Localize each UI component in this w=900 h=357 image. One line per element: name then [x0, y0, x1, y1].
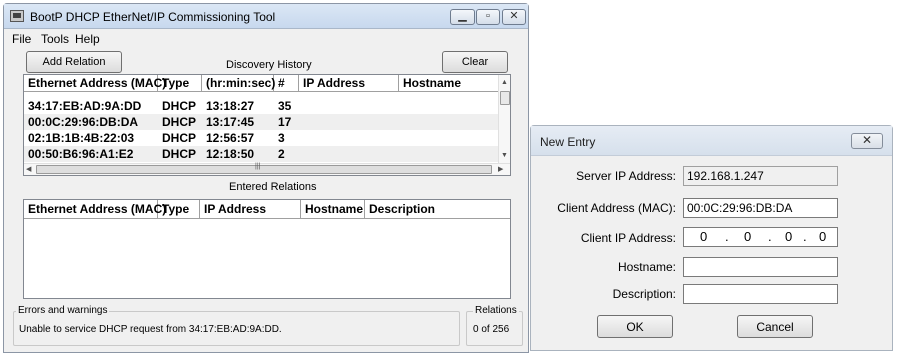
close-icon: ✕ — [509, 10, 519, 22]
col-ip[interactable]: IP Address — [200, 200, 301, 219]
row-count: 17 — [278, 115, 292, 129]
table-row[interactable]: 34:17:EB:AD:9A:DD DHCP 13:18:27 35 — [24, 98, 498, 114]
menu-help[interactable]: Help — [75, 32, 100, 46]
ok-button[interactable]: OK — [597, 315, 673, 338]
hostname-field[interactable] — [683, 257, 838, 277]
table-row[interactable]: 00:50:B6:96:A1:E2 DHCP 12:18:50 2 — [24, 146, 498, 162]
client-mac-label: Client Address (MAC): — [557, 201, 676, 215]
errors-text: Unable to service DHCP request from 34:1… — [19, 324, 282, 335]
dialog-title: New Entry — [540, 135, 596, 149]
client-mac-field[interactable]: 00:0C:29:96:DB:DA — [683, 198, 838, 218]
row-time: 12:56:57 — [206, 131, 255, 145]
ip-dot: . — [725, 229, 729, 244]
discovery-history-label: Discovery History — [226, 59, 312, 71]
relations-group: Relations 0 of 256 — [466, 305, 523, 346]
menu-tools[interactable]: Tools — [41, 32, 69, 46]
minimize-icon: ▁ — [458, 10, 467, 22]
col-description[interactable]: Description — [365, 200, 510, 219]
col-ip[interactable]: IP Address — [299, 75, 399, 92]
row-mac: 02:1B:1B:4B:22:03 — [28, 131, 135, 145]
col-type[interactable]: Type — [158, 200, 200, 219]
description-field[interactable] — [683, 284, 838, 304]
row-type: DHCP — [162, 115, 197, 129]
menu-bar: File Tools Help — [4, 30, 528, 46]
entered-relations-list[interactable]: Ethernet Address (MAC) Type IP Address H… — [23, 199, 511, 299]
close-button[interactable]: ✕ — [502, 9, 526, 25]
clear-history-button[interactable]: Clear History — [442, 51, 508, 87]
table-row[interactable]: 00:0C:29:96:DB:DA DHCP 13:17:45 17 — [24, 114, 498, 130]
hostname-label: Hostname: — [617, 260, 676, 274]
scroll-right-icon[interactable]: ▶ — [498, 165, 503, 174]
row-mac: 00:50:B6:96:A1:E2 — [28, 147, 134, 161]
server-ip-label: Server IP Address: — [576, 169, 676, 183]
add-relation-button[interactable]: Add Relation — [26, 51, 122, 73]
ip-octet-1[interactable]: 0 — [700, 228, 707, 246]
history-header: Ethernet Address (MAC) Type (hr:min:sec)… — [24, 75, 510, 92]
minimize-button[interactable]: ▁ — [450, 9, 475, 25]
row-mac: 00:0C:29:96:DB:DA — [28, 115, 139, 129]
row-time: 13:17:45 — [206, 115, 255, 129]
row-type: DHCP — [162, 99, 197, 113]
entered-relations-label: Entered Relations — [229, 181, 317, 193]
ip-octet-3[interactable]: 0 — [785, 228, 792, 246]
col-mac[interactable]: Ethernet Address (MAC) — [24, 200, 166, 219]
cancel-button[interactable]: Cancel — [737, 315, 813, 338]
close-icon: ✕ — [861, 133, 873, 147]
horizontal-scrollbar[interactable]: ◀ ||| ▶ — [24, 163, 510, 175]
dialog-title-bar[interactable]: New Entry ✕ — [531, 126, 892, 156]
col-count[interactable]: # — [274, 75, 299, 92]
col-time[interactable]: (hr:min:sec) — [202, 75, 275, 92]
relations-count: 0 of 256 — [473, 324, 510, 335]
col-mac[interactable]: Ethernet Address (MAC) — [24, 75, 166, 92]
server-ip-field: 192.168.1.247 — [683, 166, 838, 186]
ip-dot: . — [803, 229, 807, 244]
errors-group: Errors and warnings Unable to service DH… — [13, 305, 460, 346]
row-count: 3 — [278, 131, 285, 145]
scroll-left-icon[interactable]: ◀ — [26, 165, 31, 174]
app-icon — [10, 10, 24, 22]
dialog-close-button[interactable]: ✕ — [851, 133, 883, 149]
relations-title: Relations — [473, 305, 519, 316]
col-hostname[interactable]: Hostname — [399, 75, 499, 92]
bootp-main-window: BootP DHCP EtherNet/IP Commissioning Too… — [3, 3, 529, 353]
scroll-up-icon[interactable]: ▲ — [501, 78, 508, 87]
ip-dot: . — [768, 229, 772, 244]
vertical-scroll-thumb[interactable] — [500, 91, 510, 105]
vertical-scrollbar[interactable]: ▲ ▼ — [498, 75, 510, 164]
description-label: Description: — [612, 287, 676, 301]
client-ip-field[interactable]: 0 . 0 . 0 . 0 — [683, 227, 838, 247]
col-hostname[interactable]: Hostname — [301, 200, 365, 219]
errors-title: Errors and warnings — [16, 305, 110, 316]
row-count: 2 — [278, 147, 285, 161]
title-bar[interactable]: BootP DHCP EtherNet/IP Commissioning Too… — [4, 4, 528, 29]
maximize-icon: ▫ — [486, 10, 490, 22]
discovery-history-list[interactable]: Ethernet Address (MAC) Type (hr:min:sec)… — [23, 74, 511, 176]
new-entry-dialog: New Entry ✕ Server IP Address: 192.168.1… — [530, 125, 893, 351]
col-type[interactable]: Type — [158, 75, 202, 92]
table-row[interactable]: 02:1B:1B:4B:22:03 DHCP 12:56:57 3 — [24, 130, 498, 146]
horizontal-scroll-thumb[interactable]: ||| — [36, 163, 492, 174]
row-time: 12:18:50 — [206, 147, 255, 161]
scroll-down-icon[interactable]: ▼ — [501, 151, 508, 160]
row-count: 35 — [278, 99, 292, 113]
ip-octet-2[interactable]: 0 — [744, 228, 751, 246]
row-time: 13:18:27 — [206, 99, 255, 113]
menu-file[interactable]: File — [12, 32, 31, 46]
maximize-button[interactable]: ▫ — [476, 9, 500, 25]
ip-octet-4[interactable]: 0 — [819, 228, 826, 246]
row-mac: 34:17:EB:AD:9A:DD — [28, 99, 142, 113]
row-type: DHCP — [162, 147, 197, 161]
scroll-grip: ||| — [255, 163, 261, 170]
relations-header: Ethernet Address (MAC) Type IP Address H… — [24, 200, 510, 219]
row-type: DHCP — [162, 131, 197, 145]
client-ip-label: Client IP Address: — [580, 231, 676, 245]
window-title: BootP DHCP EtherNet/IP Commissioning Too… — [30, 10, 276, 24]
